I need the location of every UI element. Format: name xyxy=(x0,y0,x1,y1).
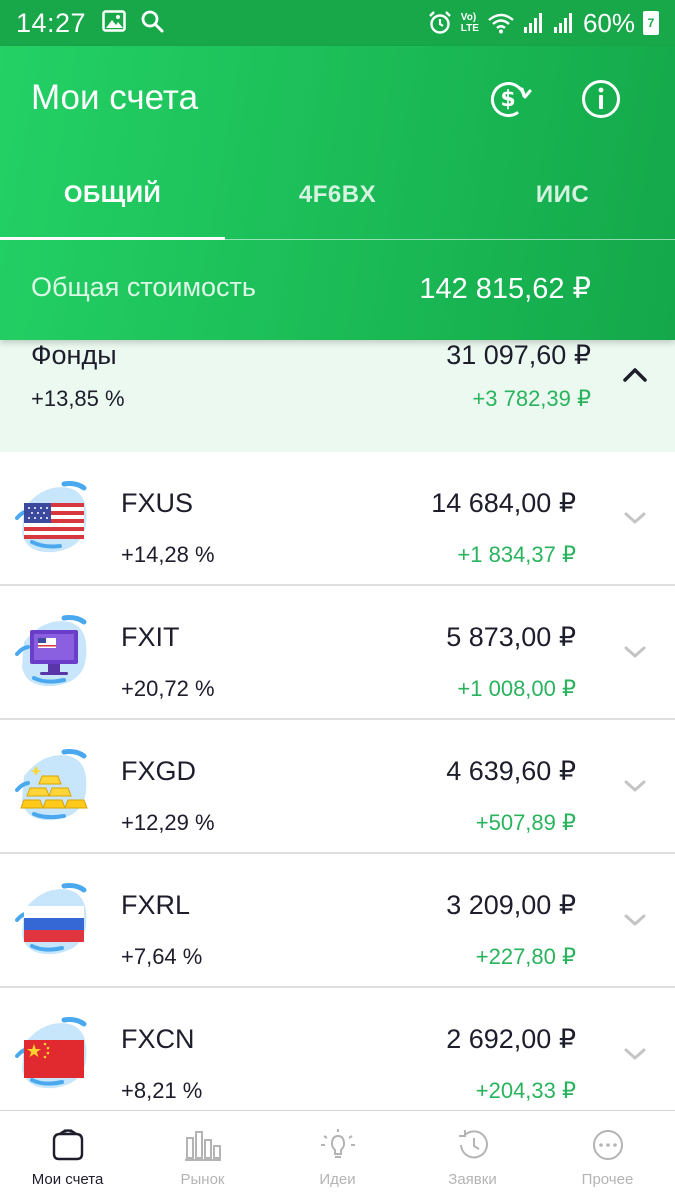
total-label: Общая стоимость xyxy=(31,272,256,302)
battery-percent: 60% xyxy=(582,7,635,38)
status-time: 14:27 xyxy=(16,7,87,38)
volte-icon: Vo) LTE xyxy=(460,12,479,34)
info-icon[interactable] xyxy=(578,76,624,122)
fund-row-fxcn[interactable]: FXCN 2 692,00 ₽ +8,21 % +204,33 ₽ xyxy=(0,988,675,1122)
fund-percent: +20,72 % xyxy=(121,676,215,701)
signal-icon-1 xyxy=(523,12,545,34)
fund-percent: +14,28 % xyxy=(121,542,215,567)
funds-value: 31 097,60 ₽ xyxy=(446,340,591,370)
more-icon xyxy=(588,1127,628,1163)
fund-value: 3 209,00 ₽ xyxy=(446,890,576,920)
app-header: Мои счета $ ОБЩИЙ 4F6BX ИИС Общая стоимо… xyxy=(0,46,675,340)
signal-icon-2 xyxy=(553,12,575,34)
chevron-down-icon[interactable] xyxy=(623,912,647,928)
bottom-navigation: Мои счета Рынок Идеи Заявки Прочее xyxy=(0,1110,675,1200)
wallet-icon xyxy=(48,1127,88,1163)
fund-percent: +12,29 % xyxy=(121,810,215,835)
fund-value: 5 873,00 ₽ xyxy=(446,622,576,652)
monitor-icon xyxy=(15,615,87,687)
fund-ticker: FXGD xyxy=(121,756,197,786)
search-status-icon xyxy=(140,9,164,38)
wifi-icon xyxy=(487,12,515,34)
fund-ticker: FXIT xyxy=(121,622,180,652)
nav-label: Заявки xyxy=(448,1171,497,1188)
fund-row-fxrl[interactable]: FXRL 3 209,00 ₽ +7,64 % +227,80 ₽ xyxy=(0,854,675,988)
fund-list: FXUS 14 684,00 ₽ +14,28 % +1 834,37 ₽ FX… xyxy=(0,452,675,1122)
nav-label: Идеи xyxy=(319,1171,356,1188)
fund-percent: +8,21 % xyxy=(121,1078,203,1103)
china-flag-icon xyxy=(15,1017,87,1089)
nav-orders[interactable]: Заявки xyxy=(405,1111,540,1200)
status-bar: 14:27 Vo) LTE 60% 7 xyxy=(0,0,675,46)
nav-label: Прочее xyxy=(581,1171,634,1188)
funds-percent: +13,85 % xyxy=(31,386,125,411)
nav-more[interactable]: Прочее xyxy=(540,1111,675,1200)
fund-value: 4 639,60 ₽ xyxy=(446,756,576,786)
gallery-icon xyxy=(102,9,126,37)
fund-ticker: FXCN xyxy=(121,1024,195,1054)
nav-my-accounts[interactable]: Мои счета xyxy=(0,1111,135,1200)
funds-title: Фонды xyxy=(31,340,117,370)
nav-label: Мои счета xyxy=(31,1171,104,1188)
funds-group-header[interactable]: Фонды 31 097,60 ₽ +13,85 % +3 782,39 ₽ xyxy=(0,340,675,452)
nav-ideas[interactable]: Идеи xyxy=(270,1111,405,1200)
chevron-up-icon[interactable] xyxy=(622,364,648,384)
bar-chart-icon xyxy=(183,1127,223,1163)
total-value: 142 815,62 ₽ xyxy=(419,273,591,305)
fund-gain: +1 834,37 ₽ xyxy=(457,542,576,567)
fund-percent: +7,64 % xyxy=(121,944,203,969)
history-icon xyxy=(453,1127,493,1163)
account-tabs: ОБЩИЙ 4F6BX ИИС xyxy=(0,150,675,240)
fund-gain: +227,80 ₽ xyxy=(475,944,576,969)
fund-gain: +1 008,00 ₽ xyxy=(457,676,576,701)
fund-ticker: FXUS xyxy=(121,488,194,518)
chevron-down-icon[interactable] xyxy=(623,778,647,794)
total-value-row: Общая стоимость 142 815,62 ₽ xyxy=(0,240,675,340)
chevron-down-icon[interactable] xyxy=(623,644,647,660)
page-title: Мои счета xyxy=(31,78,199,117)
funds-gain: +3 782,39 ₽ xyxy=(472,386,591,411)
fund-gain: +507,89 ₽ xyxy=(475,810,576,835)
fund-row-fxus[interactable]: FXUS 14 684,00 ₽ +14,28 % +1 834,37 ₽ xyxy=(0,452,675,586)
battery-icon: 7 xyxy=(643,11,659,35)
fund-gain: +204,33 ₽ xyxy=(475,1078,576,1103)
chevron-down-icon[interactable] xyxy=(623,1046,647,1062)
alarm-icon xyxy=(427,10,453,36)
nav-market[interactable]: Рынок xyxy=(135,1111,270,1200)
tab-4f6bx[interactable]: 4F6BX xyxy=(225,150,450,240)
currency-exchange-icon[interactable]: $ xyxy=(486,76,532,122)
nav-label: Рынок xyxy=(180,1171,225,1188)
fund-value: 2 692,00 ₽ xyxy=(446,1024,576,1054)
russia-flag-icon xyxy=(15,883,87,955)
fund-row-fxgd[interactable]: FXGD 4 639,60 ₽ +12,29 % +507,89 ₽ xyxy=(0,720,675,854)
lightbulb-icon xyxy=(318,1127,358,1163)
fund-value: 14 684,00 ₽ xyxy=(431,488,576,518)
svg-text:$: $ xyxy=(500,87,515,112)
tab-general[interactable]: ОБЩИЙ xyxy=(0,150,225,240)
fund-ticker: FXRL xyxy=(121,890,191,920)
fund-row-fxit[interactable]: FXIT 5 873,00 ₽ +20,72 % +1 008,00 ₽ xyxy=(0,586,675,720)
chevron-down-icon[interactable] xyxy=(623,510,647,526)
us-flag-icon xyxy=(15,481,87,553)
tab-iis[interactable]: ИИС xyxy=(450,150,675,240)
gold-bars-icon xyxy=(15,749,88,821)
